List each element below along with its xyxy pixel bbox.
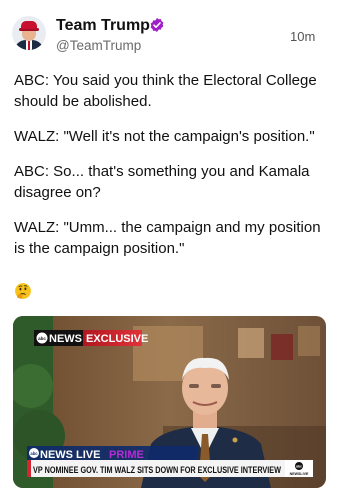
post-paragraph: ABC: So... that's something you and Kama…: [14, 163, 310, 201]
post-paragraph: WALZ: "Well it's not the campaign's posi…: [14, 128, 315, 145]
post-text: ABC: You said you think the Electoral Co…: [14, 70, 330, 273]
author-avatar[interactable]: [12, 16, 46, 50]
svg-text:abc: abc: [30, 451, 38, 456]
top-badge-network: NEWS: [49, 333, 82, 345]
author-name[interactable]: Team Trump: [56, 17, 150, 35]
corner-logo-text: NEWSLIVE: [290, 472, 309, 476]
author-handle[interactable]: @TeamTrump: [56, 38, 141, 53]
post-paragraph: WALZ: "Umm... the campaign and my positi…: [14, 219, 321, 257]
news-exclusive-badge: abc NEWS EXCLUSIVE: [34, 330, 148, 346]
bottom-live: LIVE: [76, 449, 100, 461]
bottom-network: NEWS: [40, 449, 73, 461]
bottom-prime: PRIME: [109, 449, 144, 461]
post-timestamp[interactable]: 10m: [290, 29, 315, 44]
video-thumbnail[interactable]: abc NEWS EXCLUSIVE abc NEWS LIVE PRIME V…: [13, 316, 326, 488]
post: Team Trump @TeamTrump 10m ABC: You said …: [0, 0, 340, 500]
post-paragraph: ABC: You said you think the Electoral Co…: [14, 72, 317, 110]
verified-badge-icon: [150, 18, 164, 32]
thinking-face-icon: [15, 283, 31, 299]
top-badge-label: EXCLUSIVE: [86, 333, 148, 345]
svg-text:abc: abc: [38, 336, 46, 341]
chyron-text: VP NOMINEE GOV. TIM WALZ SITS DOWN FOR E…: [33, 465, 281, 475]
svg-text:abc: abc: [296, 465, 302, 469]
